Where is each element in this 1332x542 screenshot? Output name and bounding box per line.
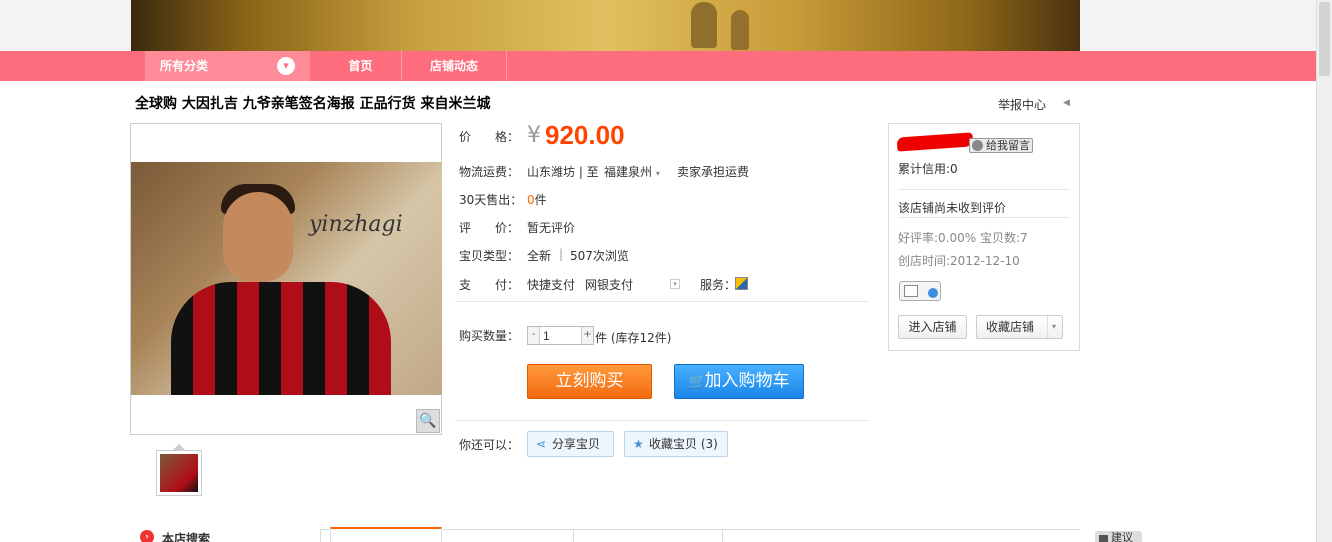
type-separator: | bbox=[559, 247, 564, 261]
favorite-shop-label: 收藏店铺 bbox=[986, 320, 1035, 334]
shipping-destination-select[interactable]: 福建泉州 ▾ bbox=[604, 163, 660, 180]
cart-icon: 🛒 bbox=[688, 374, 706, 390]
enter-shop-button[interactable]: 进入店铺 bbox=[898, 315, 967, 339]
wangwang-chat-icon[interactable] bbox=[899, 281, 941, 301]
shop-banner bbox=[131, 0, 1080, 51]
divider bbox=[898, 217, 1070, 218]
sold-info: 0件 bbox=[527, 191, 547, 208]
quantity-input[interactable] bbox=[541, 328, 581, 343]
divider bbox=[898, 189, 1070, 190]
pay-label: 支 付： bbox=[459, 278, 520, 292]
share-button[interactable]: ⋖ 分享宝贝 bbox=[527, 431, 614, 457]
all-categories-label: 所有分类 bbox=[160, 59, 209, 73]
also-label: 你还可以： bbox=[459, 438, 520, 452]
add-to-cart-button[interactable]: 🛒加入购物车 bbox=[674, 364, 804, 399]
photo-jersey bbox=[171, 282, 391, 395]
shipping-destination: 福建泉州 bbox=[604, 165, 653, 179]
photo-signature: yinzhagi bbox=[309, 212, 403, 237]
share-label: 分享宝贝 bbox=[552, 437, 601, 451]
report-center-link[interactable]: 举报中心 bbox=[998, 96, 1046, 113]
tab-details[interactable] bbox=[330, 527, 442, 542]
thumbnail-image bbox=[160, 454, 198, 492]
product-thumbnail[interactable] bbox=[156, 450, 202, 496]
chevron-down-icon: ▾ bbox=[655, 169, 660, 178]
banner-figure bbox=[731, 10, 749, 50]
quantity-label: 购买数量： bbox=[459, 329, 520, 343]
service-label: 服务： bbox=[700, 278, 737, 292]
divider bbox=[455, 301, 869, 302]
pay-quick[interactable]: 快捷支付 bbox=[527, 276, 575, 293]
shipping-from: 山东潍坊 | 至 bbox=[527, 165, 599, 179]
favorite-shop-button[interactable]: 收藏店铺 ▾ bbox=[976, 315, 1063, 339]
buy-now-button[interactable]: 立刻购买 bbox=[527, 364, 652, 399]
nav-shop-news[interactable]: 店铺动态 bbox=[402, 51, 507, 81]
leave-message-label: 给我留言 bbox=[986, 139, 1030, 152]
search-icon: › bbox=[140, 530, 154, 542]
price-symbol: ¥ bbox=[527, 123, 541, 148]
favorite-button[interactable]: ★ 收藏宝贝 (3) bbox=[624, 431, 728, 457]
quantity-increase-button[interactable]: + bbox=[581, 327, 593, 344]
magnifier-icon[interactable]: 🔍 bbox=[416, 409, 440, 433]
product-image-gallery[interactable]: yinzhagi 🔍 bbox=[130, 123, 442, 435]
shop-navbar: 所有分类 ▾ 首页 店铺动态 bbox=[0, 51, 1316, 81]
sold-unit: 件 bbox=[534, 193, 547, 207]
view-count: 507次浏览 bbox=[570, 249, 629, 263]
shop-no-review: 该店铺尚未收到评价 bbox=[898, 201, 1007, 215]
stock-info: 件 (库存12件) bbox=[595, 331, 672, 345]
shop-search-label: 本店搜索 bbox=[162, 532, 211, 542]
nav-home[interactable]: 首页 bbox=[320, 51, 402, 81]
feedback-icon bbox=[1099, 535, 1108, 542]
pay-bank[interactable]: 网银支付 bbox=[585, 276, 633, 293]
rating-label: 评 价： bbox=[459, 221, 520, 235]
chevron-down-icon: ▾ bbox=[1046, 316, 1056, 338]
tab-separator bbox=[573, 529, 574, 542]
product-photo: yinzhagi bbox=[131, 162, 442, 395]
banner-figure bbox=[691, 2, 717, 48]
all-categories-menu[interactable]: 所有分类 ▾ bbox=[145, 51, 310, 81]
divider bbox=[455, 420, 869, 421]
rating-value: 暂无评价 bbox=[527, 221, 576, 235]
shipping-label: 物流运费： bbox=[459, 165, 520, 179]
price-value: 920.00 bbox=[545, 120, 625, 150]
service-icon[interactable] bbox=[735, 276, 748, 290]
type-label: 宝贝类型： bbox=[459, 249, 520, 263]
scrollbar-thumb[interactable] bbox=[1319, 2, 1330, 76]
caret-left-icon[interactable]: ◀ bbox=[1063, 98, 1070, 108]
chat-bubble-icon bbox=[972, 140, 983, 151]
price-label: 价 格： bbox=[459, 130, 520, 144]
pay-more-icon[interactable]: ▾ bbox=[670, 279, 680, 289]
shop-search-heading: › 本店搜索 bbox=[140, 530, 210, 542]
advice-label: 建议 bbox=[1111, 531, 1133, 542]
quantity-stepper: - + bbox=[527, 326, 594, 345]
share-icon: ⋖ bbox=[536, 437, 547, 451]
leave-message-button[interactable]: 给我留言 bbox=[969, 138, 1033, 153]
quantity-decrease-button[interactable]: - bbox=[528, 327, 540, 344]
vertical-scrollbar[interactable] bbox=[1316, 0, 1332, 542]
chevron-down-icon: ▾ bbox=[277, 57, 295, 75]
type-value: 全新 bbox=[527, 249, 552, 263]
sold-count: 0 bbox=[527, 193, 535, 207]
advice-button[interactable]: 建议 bbox=[1095, 531, 1142, 542]
add-to-cart-label: 加入购物车 bbox=[704, 371, 790, 391]
sold-label: 30天售出： bbox=[459, 193, 523, 207]
star-icon: ★ bbox=[633, 437, 644, 451]
shop-created: 创店时间:2012-12-10 bbox=[898, 254, 1020, 268]
item-title: 全球购 大因扎吉 九爷亲笔签名海报 正品行货 来自米兰城 bbox=[135, 96, 491, 112]
shop-good-rate: 好评率:0.00% 宝贝数:7 bbox=[898, 231, 1028, 245]
favorite-label: 收藏宝贝 (3) bbox=[649, 437, 718, 451]
tab-separator bbox=[722, 529, 723, 542]
shop-credit: 累计信用:0 bbox=[898, 162, 958, 176]
photo-face bbox=[223, 192, 293, 282]
shipping-note: 卖家承担运费 bbox=[677, 165, 750, 179]
